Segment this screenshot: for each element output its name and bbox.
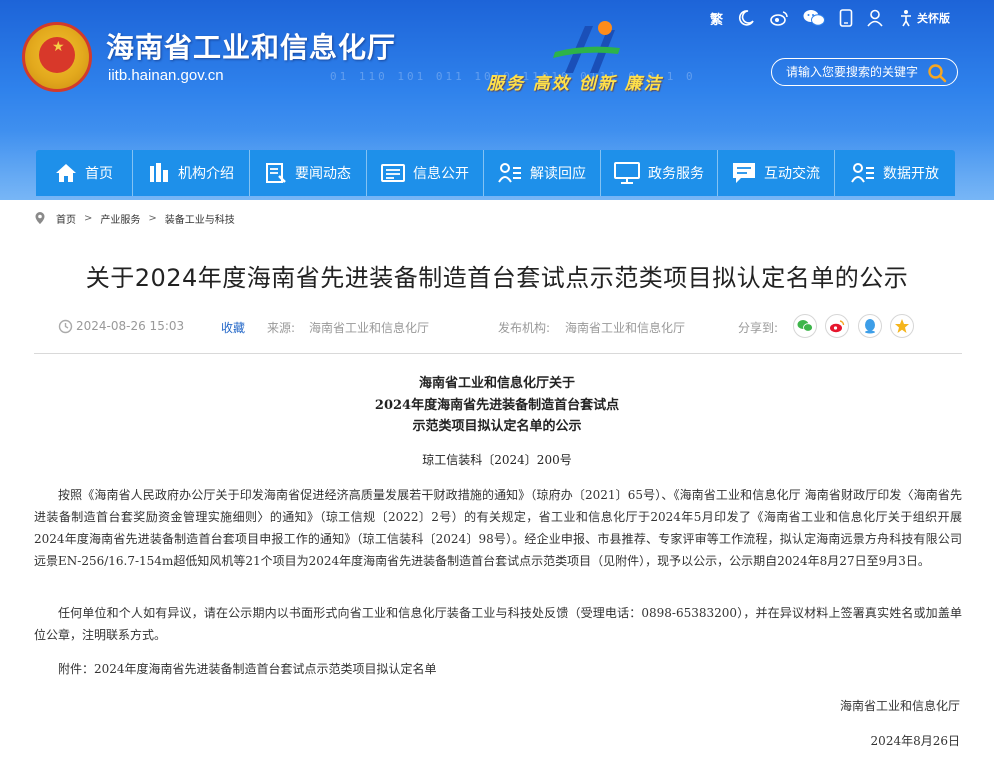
article-title: 关于2024年度海南省先进装备制造首台套试点示范类项目拟认定名单的公示	[85, 264, 909, 292]
breadcrumb-industry-service[interactable]: 产业服务	[100, 211, 140, 226]
body-paragraph-2: 任何单位和个人如有异议，请在公示期内以书面形式向省工业和信息化厅装备工业与科技处…	[34, 606, 962, 642]
doc-heading-line-3: 示范类项目拟认定名单的公示	[412, 419, 582, 434]
data-icon	[851, 163, 874, 183]
signature-organization: 海南省工业和信息化厅	[839, 699, 960, 713]
article-meta: 2024-08-26 15:03 收藏 来源: 海南省工业和信息化厅 发布机构:…	[58, 314, 958, 338]
monitor-icon	[614, 162, 640, 184]
star-icon	[895, 319, 909, 333]
traditional-chinese-button[interactable]: 繁	[710, 8, 723, 28]
news-icon	[266, 163, 286, 183]
doc-heading-line-1: 海南省工业和信息化厅关于	[418, 376, 575, 391]
wechat-icon	[797, 320, 813, 332]
building-icon	[150, 163, 168, 182]
nav-info-disclosure[interactable]: 信息公开	[367, 150, 484, 196]
breadcrumb-equipment[interactable]: 装备工业与科技	[165, 211, 235, 226]
nav-news[interactable]: 要闻动态	[250, 150, 367, 196]
nav-label: 数据开放	[883, 166, 939, 182]
share-wechat-button[interactable]	[793, 314, 817, 338]
share-weibo-button[interactable]	[825, 314, 849, 338]
meta-divider	[34, 353, 962, 354]
doc-heading-line-2: 2024年度海南省先进装备制造首台套试点	[374, 398, 620, 413]
site-title[interactable]: 海南省工业和信息化厅	[106, 26, 396, 66]
body-paragraph-1: 按照《海南省人民政府办公厅关于印发海南省促进经济高质量发展若干财政措施的通知》（…	[34, 488, 962, 568]
nav-government-service[interactable]: 政务服务	[601, 150, 718, 196]
qq-icon	[865, 319, 875, 334]
care-version-button[interactable]: 关怀版	[897, 8, 950, 28]
breadcrumb-separator-icon: >	[84, 212, 93, 224]
clock-icon	[58, 319, 73, 334]
weibo-icon	[830, 320, 845, 333]
interpret-icon	[498, 163, 521, 183]
share-favorite-button[interactable]	[890, 314, 914, 338]
site-header: 01 110 101 011 1010 11010 0111 0 0 1 0 ★…	[0, 0, 994, 200]
breadcrumb: 首页 > 产业服务 > 装备工业与科技	[34, 210, 235, 226]
chat-icon	[733, 163, 755, 183]
info-icon	[381, 164, 405, 182]
nav-institution[interactable]: 机构介绍	[133, 150, 250, 196]
favorite-link[interactable]: 收藏	[221, 319, 245, 336]
mobile-icon[interactable]	[839, 8, 853, 28]
slogan: 服务 高效 创新 廉洁	[487, 74, 663, 94]
share-label: 分享到:	[738, 321, 779, 335]
accessibility-icon	[901, 10, 912, 27]
wechat-icon[interactable]	[803, 8, 826, 28]
nav-home[interactable]: 首页	[36, 150, 133, 196]
doc-number: 琼工信装科〔2024〕200号	[422, 453, 572, 467]
site-domain: iitb.hainan.gov.cn	[108, 67, 224, 84]
nav-interaction[interactable]: 互动交流	[718, 150, 835, 196]
top-toolbar: 繁 关怀版	[710, 8, 964, 28]
attachment-link[interactable]: 附件：2024年度海南省先进装备制造首台套试点示范类项目拟认定名单	[34, 658, 962, 680]
publisher-label: 发布机构:	[498, 321, 551, 335]
nav-interpretation[interactable]: 解读回应	[484, 150, 601, 196]
nav-label: 机构介绍	[178, 166, 234, 182]
location-pin-icon	[35, 212, 45, 224]
source-label: 来源:	[267, 321, 296, 335]
publisher-value: 海南省工业和信息化厅	[565, 321, 686, 335]
signature-date: 2024年8月26日	[870, 734, 960, 748]
nav-label: 解读回应	[530, 166, 586, 182]
user-icon[interactable]	[867, 8, 883, 28]
care-version-label: 关怀版	[917, 12, 951, 25]
emblem-star-icon: ★	[52, 39, 65, 55]
breadcrumb-separator-icon: >	[148, 212, 157, 224]
main-nav: 首页 机构介绍 要闻动态 信息公开 解读回应 政务服务 互动交流 数据开放	[36, 150, 955, 196]
breadcrumb-home[interactable]: 首页	[56, 211, 76, 226]
search-icon[interactable]	[927, 63, 947, 83]
nav-label: 要闻动态	[295, 166, 351, 182]
source-value: 海南省工业和信息化厅	[309, 321, 430, 335]
nav-label: 政务服务	[648, 166, 704, 182]
share-qq-button[interactable]	[858, 314, 882, 338]
home-icon	[56, 164, 76, 182]
nav-label: 信息公开	[413, 166, 469, 182]
national-emblem: ★	[22, 22, 92, 92]
nav-open-data[interactable]: 数据开放	[835, 150, 955, 196]
moon-icon[interactable]	[737, 8, 755, 28]
publish-date: 2024-08-26 15:03	[76, 319, 185, 333]
search-box	[771, 58, 958, 86]
nav-label: 互动交流	[764, 166, 820, 182]
nav-label: 首页	[85, 166, 113, 182]
search-input[interactable]	[786, 65, 931, 79]
weibo-icon[interactable]	[769, 8, 789, 28]
